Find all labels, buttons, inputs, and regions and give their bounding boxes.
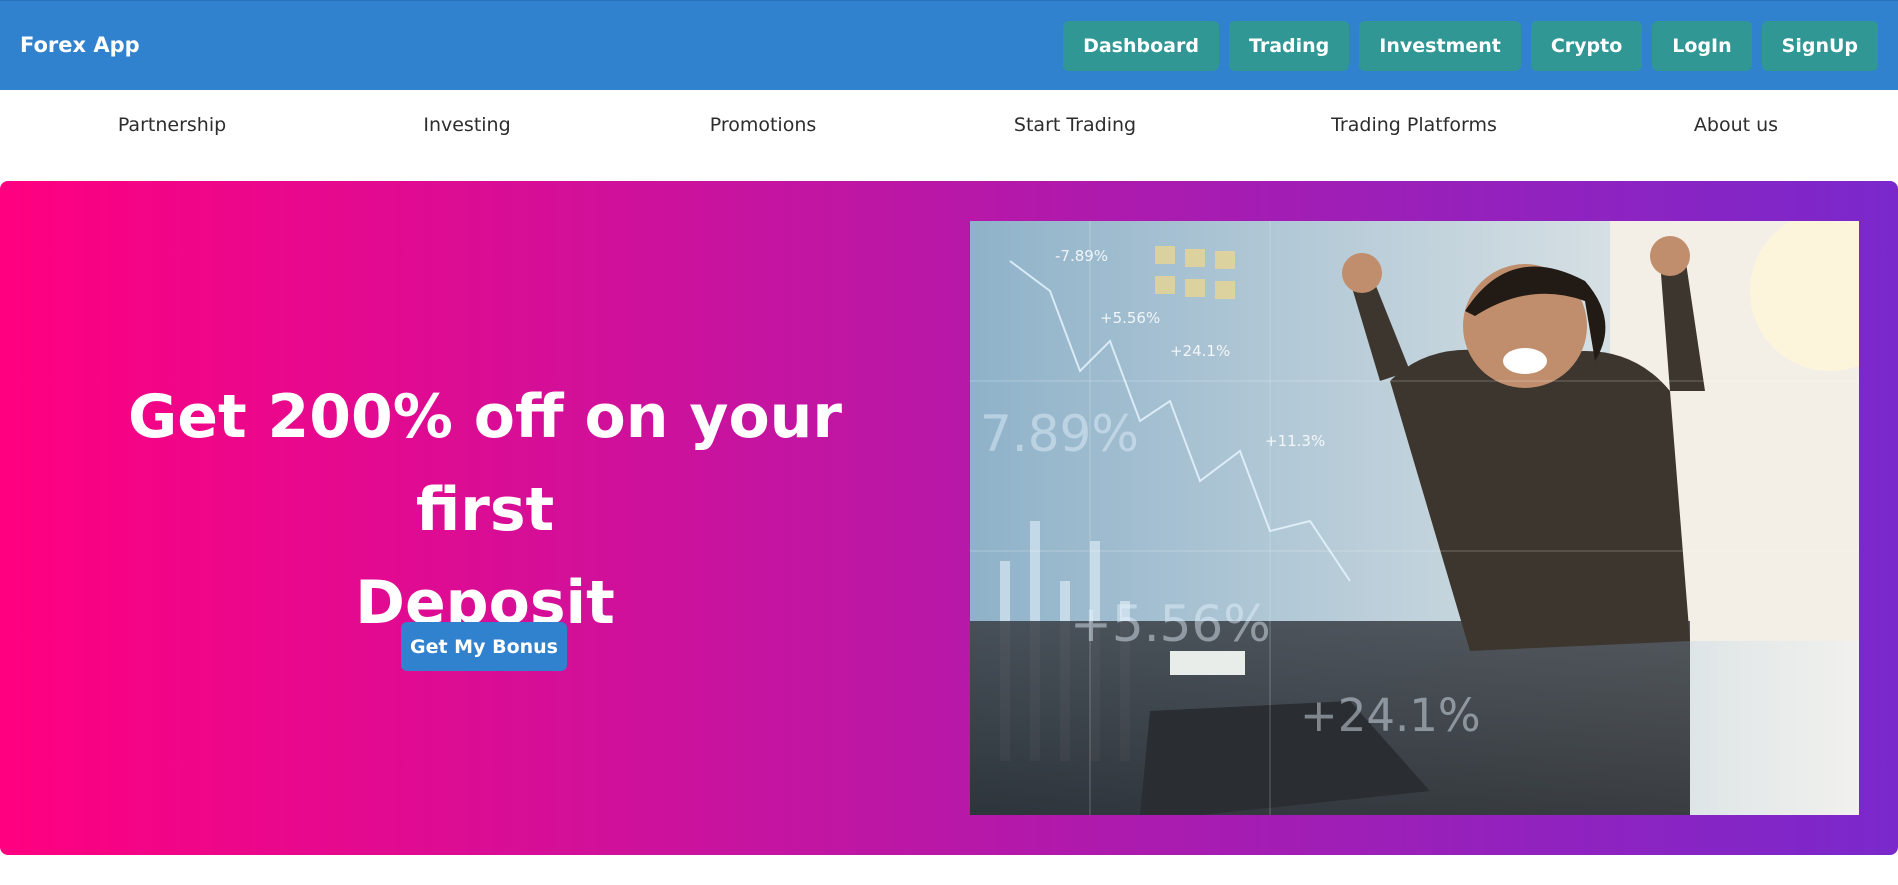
promo-hero: Get 200% off on your first Deposit Get M… (0, 181, 1898, 855)
notebook (1170, 651, 1245, 675)
overlay-large-value-1: 7.89% (980, 405, 1139, 463)
nav-dashboard-button[interactable]: Dashboard (1063, 21, 1219, 71)
overlay-value-1: -7.89% (1055, 247, 1108, 265)
nav-investment-button[interactable]: Investment (1359, 21, 1521, 71)
subnav-partnership-link[interactable]: Partnership (118, 114, 226, 136)
secondary-nav: Partnership Investing Promotions Start T… (0, 90, 1898, 165)
subnav-about-us-link[interactable]: About us (1694, 114, 1778, 136)
nav-crypto-button[interactable]: Crypto (1530, 21, 1643, 71)
brand-logo[interactable]: Forex App (20, 33, 140, 57)
subnav-promotions-link[interactable]: Promotions (710, 114, 817, 136)
woman-right-fist (1650, 236, 1690, 276)
hero-headline: Get 200% off on your first Deposit (60, 371, 910, 650)
overlay-large-value-2: +5.56% (1070, 595, 1271, 653)
nav-signup-button[interactable]: SignUp (1761, 21, 1878, 71)
nav-trading-button[interactable]: Trading (1228, 21, 1350, 71)
get-bonus-button[interactable]: Get My Bonus (401, 622, 567, 671)
woman-smile (1503, 348, 1547, 374)
hero-headline-line1: Get 200% off on your first (128, 382, 842, 545)
top-header: Forex App Dashboard Trading Investment C… (0, 0, 1898, 90)
nav-login-button[interactable]: LogIn (1652, 21, 1752, 71)
overlay-large-value-3: +24.1% (1300, 689, 1481, 742)
subnav-start-trading-link[interactable]: Start Trading (1014, 114, 1136, 136)
top-nav: Dashboard Trading Investment Crypto LogI… (1063, 21, 1878, 71)
overlay-value-2: +5.56% (1100, 309, 1160, 327)
overlay-value-3: +24.1% (1170, 342, 1230, 360)
woman-left-fist (1342, 253, 1382, 293)
overlay-value-4: +11.3% (1265, 432, 1325, 450)
hero-photo: -7.89% +5.56% +24.1% +11.3% 7.89% +5.56%… (970, 221, 1859, 815)
subnav-investing-link[interactable]: Investing (423, 114, 510, 136)
hero-photo-illustration: -7.89% +5.56% +24.1% +11.3% 7.89% +5.56%… (970, 221, 1859, 815)
subnav-trading-platforms-link[interactable]: Trading Platforms (1331, 114, 1497, 136)
